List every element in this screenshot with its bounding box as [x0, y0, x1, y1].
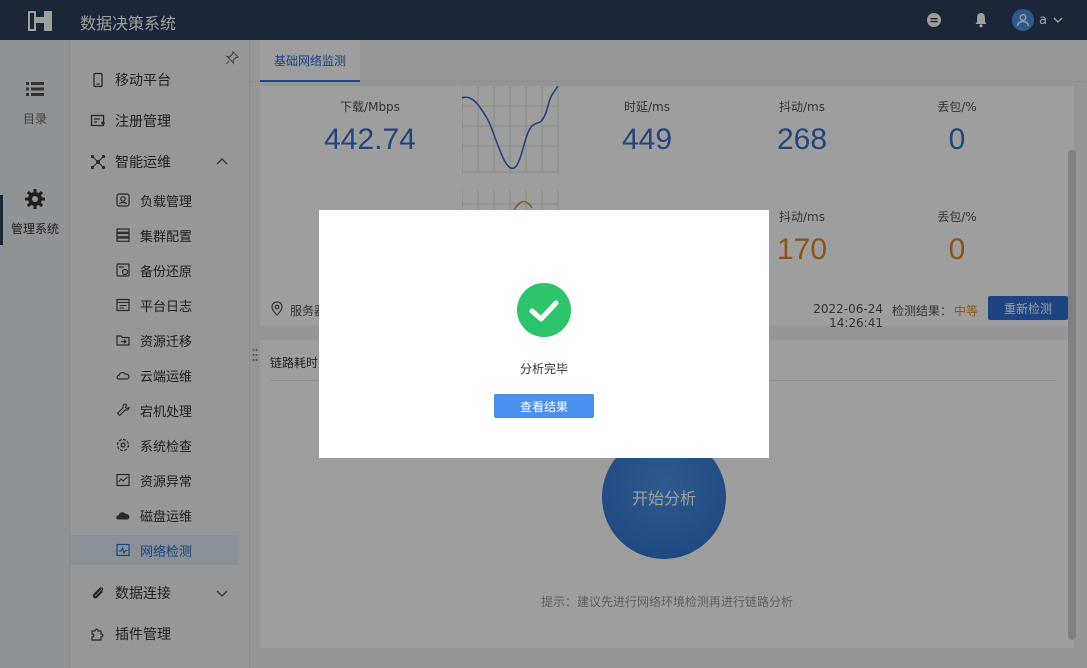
view-result-button[interactable]: 查看结果 — [494, 394, 594, 418]
result-dialog: 分析完毕 查看结果 — [319, 210, 769, 458]
success-check-icon — [517, 283, 571, 337]
dialog-message: 分析完毕 — [519, 362, 568, 376]
